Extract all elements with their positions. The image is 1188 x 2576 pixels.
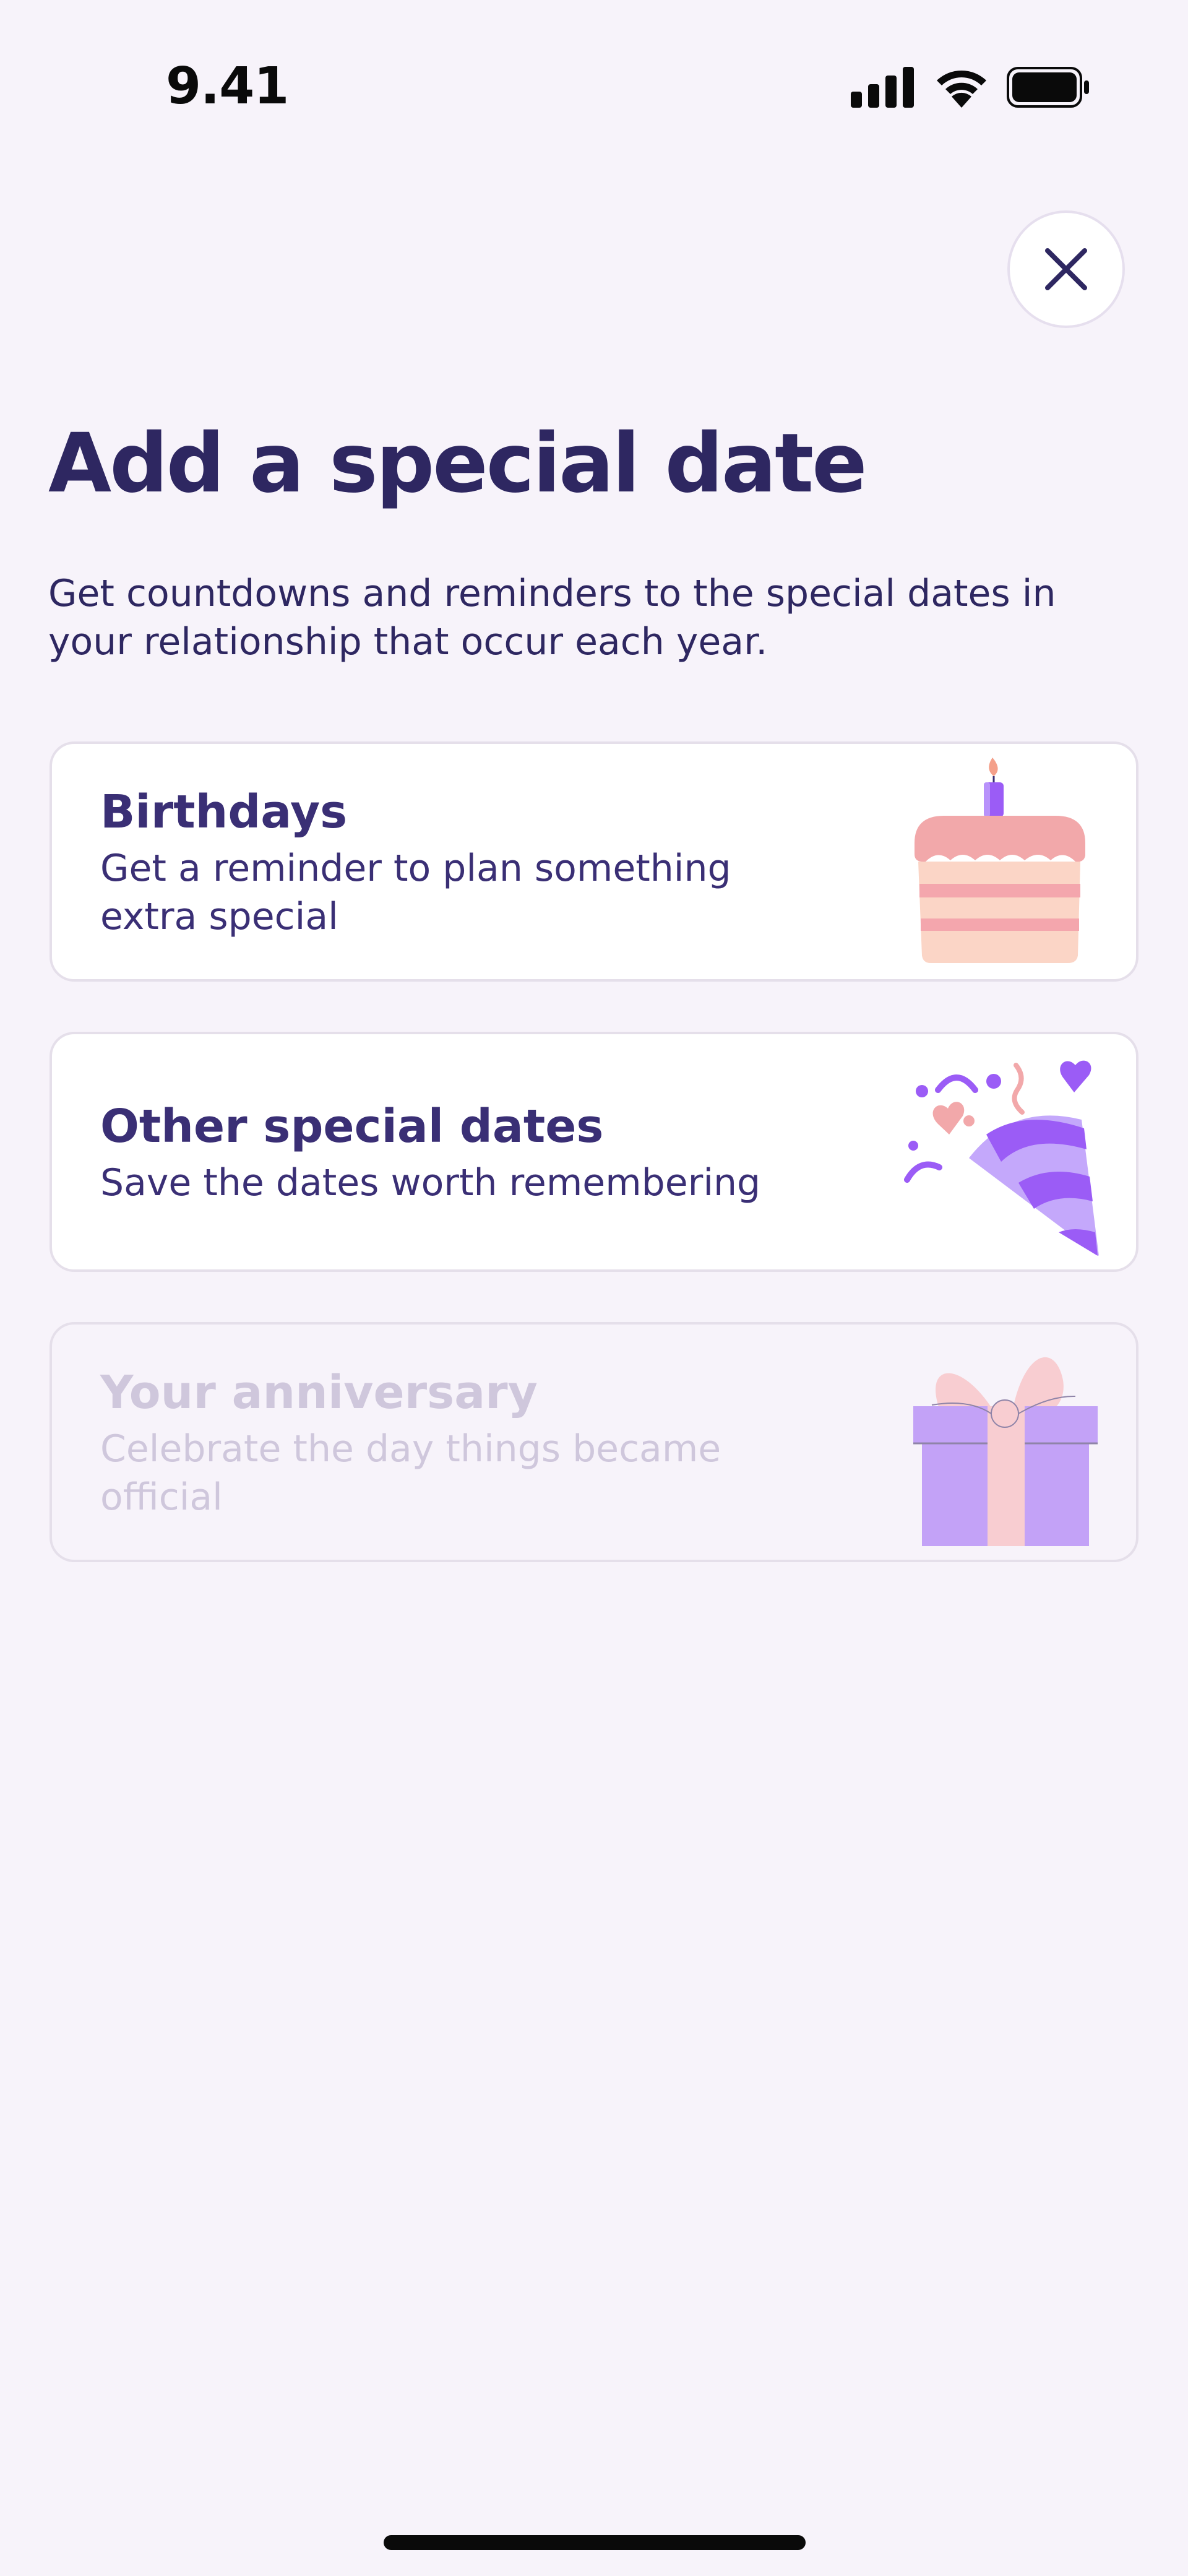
- other-special-dates-card[interactable]: Other special dates Save the dates worth…: [50, 1032, 1138, 1272]
- battery-icon: [1007, 67, 1089, 108]
- card-title: Other special dates: [100, 1100, 604, 1153]
- card-text: Your anniversary Celebrate the day thing…: [100, 1363, 814, 1521]
- party-popper-icon: [904, 1060, 1099, 1256]
- status-bar: 9.41: [0, 0, 1188, 179]
- card-description: Get a reminder to plan something extra s…: [100, 847, 731, 938]
- birthday-cake-icon: [915, 758, 1085, 963]
- status-time: 9.41: [166, 57, 289, 116]
- page-title: Add a special date: [48, 416, 867, 511]
- gift-box-icon: [913, 1357, 1098, 1546]
- card-text: Other special dates Save the dates worth…: [100, 1097, 814, 1207]
- close-button[interactable]: [1007, 210, 1125, 328]
- page-subtitle: Get countdowns and reminders to the spec…: [48, 572, 1056, 663]
- birthdays-card[interactable]: Birthdays Get a reminder to plan somethi…: [50, 741, 1138, 982]
- card-title: Birthdays: [100, 785, 348, 839]
- cellular-signal-icon: [851, 67, 914, 108]
- card-text: Birthdays Get a reminder to plan somethi…: [100, 782, 814, 941]
- home-indicator: [384, 2535, 806, 2550]
- card-description: Celebrate the day things became official: [100, 1427, 721, 1519]
- close-icon: [1045, 248, 1087, 290]
- card-title: Your anniversary: [100, 1366, 538, 1419]
- card-description: Save the dates worth remembering: [100, 1161, 761, 1204]
- wifi-icon: [937, 71, 986, 108]
- anniversary-card: Your anniversary Celebrate the day thing…: [50, 1322, 1138, 1562]
